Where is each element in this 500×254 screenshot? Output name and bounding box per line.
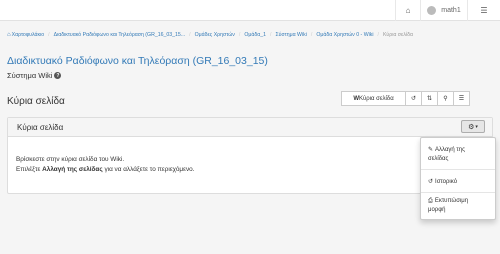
settings-dropdown-menu: ✎ Αλλαγή της σελίδας ↺ Ιστορικό ⎙ Εκτυπώσιμ… <box>420 137 496 220</box>
history-icon: ↺ <box>410 96 417 102</box>
breadcrumb: ⌂ Χαρτοφυλάκιο / Διαδικτυακό Ραδιόφωνο κ… <box>7 30 413 40</box>
page-subtitle-text: Σύστημα Wiki <box>7 71 53 80</box>
divider <box>421 169 495 170</box>
home-icon[interactable]: ⌂ <box>395 0 420 21</box>
breadcrumb-separator: / <box>310 32 313 38</box>
breadcrumb-separator: / <box>48 32 50 38</box>
menu-edit-line2: σελίδας <box>428 156 449 162</box>
wiki-home-label: Κύρια σελίδα <box>358 95 394 102</box>
menu-print-line2: μορφή <box>428 207 446 213</box>
gear-icon: ⚙ <box>468 123 475 131</box>
history-button[interactable]: ↺ <box>405 91 422 106</box>
course-title[interactable]: Διαδικτυακό Ραδιόφωνο και Τηλεόραση (GR_… <box>7 55 268 67</box>
breadcrumb-user-groups[interactable]: Ομάδες Χρηστών <box>195 32 235 38</box>
menu-item-history[interactable]: ↺ Ιστορικό <box>428 178 457 187</box>
search-button[interactable]: ⚲ <box>437 91 454 106</box>
menu-item-printable[interactable]: ⎙ Εκτυπώσιμη μορφή <box>428 197 468 215</box>
panel-text-pre: Επιλέξτε <box>16 166 43 173</box>
wiki-toolbar: W Κύρια σελίδα ↺ ⇅ ⚲ ☰ <box>341 91 470 106</box>
menu-edit-line1: Αλλαγή της <box>435 147 466 153</box>
sliders-icon[interactable]: ☰ <box>467 0 500 21</box>
breadcrumb-current: Κύρια σελίδα <box>382 32 413 38</box>
panel-text-line1: Βρίσκεστε στην κύρια σελίδα του Wiki. <box>16 156 125 163</box>
breadcrumb-wiki-system[interactable]: Σύστημα Wiki <box>275 32 306 38</box>
top-navbar: ⌂ math1 ☰ <box>0 0 500 21</box>
section-title: Κύρια σελίδα <box>7 96 65 107</box>
breadcrumb-group-wiki[interactable]: Ομάδα Χρηστών 0 - Wiki <box>316 32 373 38</box>
user-name: math1 <box>441 7 461 14</box>
menu-item-edit-page[interactable]: ✎ Αλλαγή της σελίδας <box>428 146 465 164</box>
menu-history-label: Ιστορικό <box>435 179 458 185</box>
print-icon: ⎙ <box>428 198 433 204</box>
help-icon[interactable]: ? <box>54 72 62 79</box>
recent-changes-icon: ⇅ <box>426 96 433 102</box>
breadcrumb-separator: / <box>189 32 191 38</box>
breadcrumb-group-1[interactable]: Ομάδα_1 <box>244 32 266 38</box>
list-icon: ☰ <box>458 96 465 102</box>
panel-text-bold: Αλλαγή της σελίδας <box>42 166 103 173</box>
recent-changes-button[interactable]: ⇅ <box>421 91 438 106</box>
home-icon: ⌂ <box>7 32 11 38</box>
settings-dropdown-button[interactable]: ⚙ ▾ <box>461 120 485 133</box>
breadcrumb-separator: / <box>377 32 379 38</box>
breadcrumb-course[interactable]: Διαδικτυακό Ραδιόφωνο και Τηλεόραση (GR_… <box>54 32 185 38</box>
list-button[interactable]: ☰ <box>453 91 470 106</box>
avatar <box>427 6 437 15</box>
page-subtitle: Σύστημα Wiki ? <box>7 71 62 80</box>
breadcrumb-portfolio[interactable]: Χαρτοφυλάκιο <box>12 32 45 38</box>
search-icon: ⚲ <box>443 96 448 102</box>
caret-down-icon: ▾ <box>475 123 478 130</box>
breadcrumb-separator: / <box>270 32 272 38</box>
panel-text-post: για να αλλάξετε το περιεχόμενο. <box>102 166 195 173</box>
menu-print-line1: Εκτυπώσιμη <box>434 198 469 204</box>
panel-text-line2: Επιλέξτε Αλλαγή της σελίδας για να αλλάξ… <box>16 166 194 173</box>
history-icon: ↺ <box>428 179 434 185</box>
wiki-home-button[interactable]: W Κύρια σελίδα <box>341 91 406 106</box>
panel-title: Κύρια σελίδα <box>17 123 64 132</box>
breadcrumb-separator: / <box>238 32 241 38</box>
user-menu[interactable]: math1 <box>420 0 467 21</box>
edit-icon: ✎ <box>428 147 434 153</box>
divider <box>421 192 495 193</box>
panel-heading: Κύρια σελίδα ⚙ ▾ <box>8 118 492 137</box>
